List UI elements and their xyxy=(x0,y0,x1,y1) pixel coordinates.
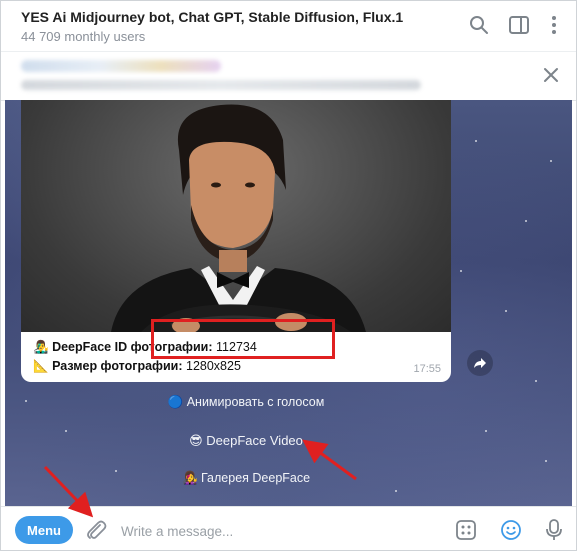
message-time: 17:55 xyxy=(413,363,441,375)
more-options-icon[interactable] xyxy=(543,14,565,36)
chat-area: 👨‍🎤 DeepFace ID фотографии: 112734 📐 Раз… xyxy=(5,100,572,506)
close-icon[interactable] xyxy=(542,66,560,84)
pinned-message-bar[interactable] xyxy=(1,51,576,101)
message-line-photo-size: 📐 Размер фотографии: 1280x825 xyxy=(33,359,241,373)
share-icon[interactable] xyxy=(467,350,493,376)
emoji-icon[interactable] xyxy=(498,517,524,543)
user-emoji-icon: 👨‍🎤 xyxy=(33,340,49,354)
pinned-title-blurred xyxy=(21,60,221,72)
telegram-window: YES Ai Midjourney bot, Chat GPT, Stable … xyxy=(0,0,577,551)
menu-button[interactable]: Menu xyxy=(15,516,73,544)
deepface-gallery-button[interactable]: 👩‍🎤 Галерея DeepFace xyxy=(121,471,371,486)
chat-title[interactable]: YES Ai Midjourney bot, Chat GPT, Stable … xyxy=(21,9,403,25)
bot-commands-icon[interactable] xyxy=(453,517,479,543)
attach-icon[interactable] xyxy=(83,517,109,543)
deepface-video-button[interactable]: 😎 DeepFace Video xyxy=(121,433,371,449)
message-photo[interactable] xyxy=(21,100,451,334)
animate-with-voice-button[interactable]: 🔵 Анимировать с голосом xyxy=(121,395,371,410)
pinned-text-blurred xyxy=(21,80,421,90)
microphone-icon[interactable] xyxy=(541,517,567,543)
chat-subtitle: 44 709 monthly users xyxy=(21,29,146,44)
highlight-box xyxy=(151,319,335,359)
message-input[interactable] xyxy=(119,521,423,541)
sidebar-toggle-icon[interactable] xyxy=(508,14,530,36)
composer-bar: Menu xyxy=(1,506,576,550)
search-icon[interactable] xyxy=(468,14,490,36)
chat-header[interactable]: YES Ai Midjourney bot, Chat GPT, Stable … xyxy=(1,1,576,51)
ruler-emoji-icon: 📐 xyxy=(33,359,49,373)
